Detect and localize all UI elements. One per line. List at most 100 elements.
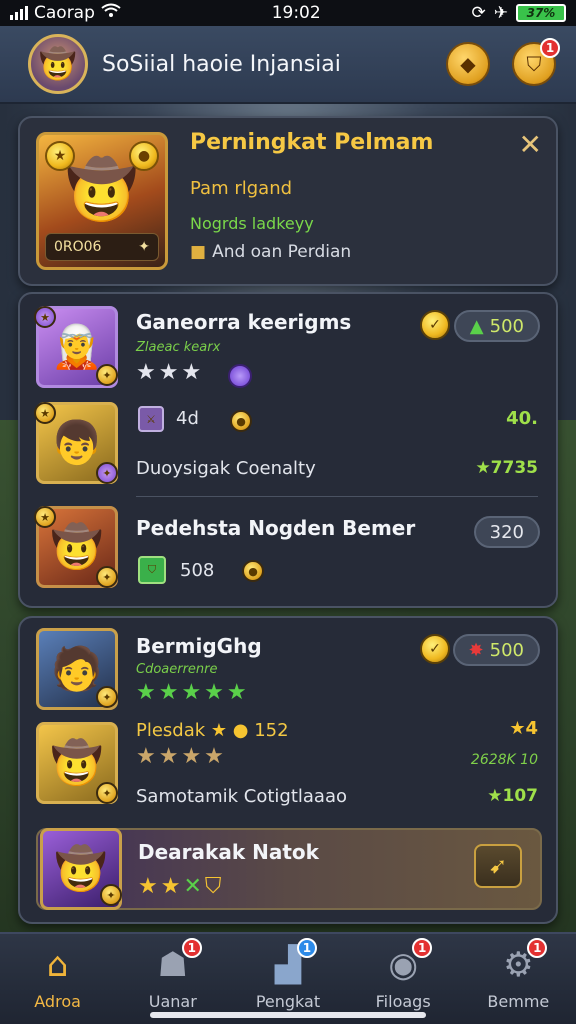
shield-icon: ⛉ bbox=[526, 52, 542, 76]
card-score: 0RO06 ✦ bbox=[45, 233, 159, 261]
nav-label: Uanar bbox=[148, 992, 197, 1011]
featured-title: Perningkat Pelmam bbox=[190, 130, 434, 155]
coin-icon: ✓ bbox=[420, 310, 450, 340]
featured-status: Nogrds ladkeyy bbox=[190, 214, 314, 233]
avatar[interactable]: 🤠 bbox=[28, 34, 88, 94]
reward-value: 500 bbox=[489, 315, 524, 337]
level-icon: ✦ bbox=[96, 364, 118, 386]
home-indicator[interactable] bbox=[150, 1012, 426, 1018]
nav-label: Pengkat bbox=[255, 992, 321, 1011]
chat-icon: ◉ 1 bbox=[380, 938, 433, 986]
nav-label: Filoags bbox=[375, 992, 431, 1011]
nav-badge: 1 bbox=[296, 938, 317, 958]
rank-icon: ★ bbox=[34, 306, 56, 328]
list-item[interactable]: 👦 ★ ✦ ⚔ 4d ● 40. Duoysigak Coenalty ★773… bbox=[20, 394, 556, 494]
nav-badge: 1 bbox=[527, 938, 548, 958]
points-value: ★7735 bbox=[475, 458, 538, 478]
player-status: Duoysigak Coenalty bbox=[136, 458, 316, 479]
coin-icon: ● bbox=[242, 560, 264, 582]
item-count: 508 bbox=[180, 560, 215, 581]
featured-player-panel: 🤠 ★ ● 0RO06 ✦ Perningkat Pelmam ✕ Pam rl… bbox=[18, 116, 558, 286]
featured-player-card[interactable]: 🤠 ★ ● 0RO06 ✦ bbox=[36, 132, 168, 270]
score-value: 40. bbox=[506, 408, 538, 429]
player-portrait: 🤠 bbox=[65, 155, 139, 224]
player-subname: Cdoaerrenre bbox=[136, 662, 218, 677]
list-item[interactable]: 🧝 ★ ✦ Ganeorra keerigms Zlaeac kearx ★★★… bbox=[20, 294, 556, 394]
points-value: ★107 bbox=[487, 786, 538, 806]
player-subname: Zlaeac kearx bbox=[136, 340, 221, 355]
nav-badge: 1 bbox=[181, 938, 202, 958]
item-count: 4d bbox=[176, 408, 199, 429]
bottom-nav: ⌂ Adroa ☗ 1 Uanar ▟ 1 Pengkat ◉ 1 Filoag… bbox=[0, 932, 576, 1024]
star-badge-icon: ✸ bbox=[468, 639, 484, 661]
points-sub: 2628K 10 bbox=[470, 752, 538, 768]
notifications-button[interactable]: ⛉ 1 bbox=[512, 38, 560, 86]
wifi-icon bbox=[101, 3, 121, 24]
nav-users[interactable]: ☗ 1 Uanar bbox=[123, 938, 223, 1011]
crest-icon: ⛉ bbox=[204, 874, 225, 899]
coin-icon: ● bbox=[230, 410, 252, 432]
score-value: ★4 bbox=[509, 718, 538, 739]
list-item[interactable]: 🧑 ✦ BermigGhg Cdoaerrenre ★★★★★ ✓ ✸ 500 bbox=[20, 618, 556, 718]
reward-pill[interactable]: ✸ 500 bbox=[452, 634, 540, 666]
reward-pill[interactable]: ▲ 500 bbox=[453, 310, 540, 342]
nav-settings[interactable]: ⚙ 1 Bemme bbox=[468, 938, 568, 1011]
star-rating: ★★✕⛉ bbox=[138, 874, 224, 899]
player-name: Ganeorra keerigms bbox=[136, 310, 352, 334]
list-item[interactable]: 🤠 ✦ Plesdak ★ ● 152 ★4 ★★★★ 2628K 10 Sam… bbox=[20, 718, 556, 822]
nav-home[interactable]: ⌂ Adroa bbox=[8, 944, 108, 1011]
rank-icon: ★ bbox=[34, 402, 56, 424]
gem-icon bbox=[228, 364, 252, 388]
swords-icon: ✕ bbox=[183, 874, 205, 899]
level-icon: ✦ bbox=[96, 566, 118, 588]
tag-icon: ■ bbox=[190, 242, 207, 262]
item-icon: ⚔ bbox=[138, 406, 164, 432]
battery-icon: 37% bbox=[515, 4, 566, 22]
player-title: Plesdak ★ ● 152 bbox=[136, 720, 289, 741]
coin-icon: ✓ bbox=[420, 634, 450, 664]
clock: 19:02 bbox=[271, 3, 321, 23]
nav-chat[interactable]: ◉ 1 Filoags bbox=[353, 938, 453, 1011]
claim-button[interactable]: ➹ bbox=[474, 844, 522, 888]
coin-icon: ● bbox=[129, 141, 159, 171]
featured-subtitle: Pam rlgand bbox=[190, 178, 293, 199]
shop-button[interactable]: ◆ bbox=[446, 42, 490, 86]
home-icon: ⌂ bbox=[46, 945, 69, 985]
app-header: 🤠 SoSiial haoie Injansiai ◆ ⛉ 1 bbox=[0, 26, 576, 104]
level-icon: ✦ bbox=[100, 884, 122, 906]
reward-value: 500 bbox=[489, 639, 524, 661]
star-rating: ★★★ bbox=[136, 360, 205, 385]
carrier-name: Caorap bbox=[34, 3, 95, 23]
player-name: Pedehsta Nogden Bemer bbox=[136, 516, 416, 540]
reward-pill[interactable]: 320 bbox=[473, 516, 540, 548]
star-rating-text: ★★ bbox=[138, 874, 184, 899]
nav-ranking[interactable]: ▟ 1 Pengkat bbox=[238, 938, 338, 1011]
close-icon[interactable]: ✕ bbox=[519, 128, 542, 161]
nav-label: Adroa bbox=[34, 992, 81, 1011]
bag-icon: ◆ bbox=[460, 52, 476, 76]
list-item-highlighted[interactable]: 🤠 ✦ Dearakak Natok ★★✕⛉ ➹ bbox=[36, 828, 542, 910]
ranking-icon: ▟ 1 bbox=[265, 938, 317, 986]
player-name: Dearakak Natok bbox=[138, 840, 319, 864]
airplane-icon: ✈ bbox=[493, 3, 508, 23]
star-icon: ★ ● bbox=[210, 720, 249, 741]
reward-value: 320 bbox=[489, 521, 524, 543]
arrow-icon: ➹ bbox=[488, 853, 508, 879]
signal-icon bbox=[10, 6, 28, 20]
nav-badge: 1 bbox=[412, 938, 433, 958]
arrow-up-icon: ▲ bbox=[469, 315, 484, 337]
star-rating: ★★★★ bbox=[136, 744, 227, 769]
level-icon: ✦ bbox=[96, 782, 118, 804]
player-name: BermigGhg bbox=[136, 634, 262, 658]
title-count: 152 bbox=[254, 720, 289, 741]
level-icon: ✦ bbox=[96, 462, 118, 484]
notification-badge: 1 bbox=[540, 38, 560, 58]
level-icon: ✦ bbox=[96, 686, 118, 708]
ranking-list-1: 🧝 ★ ✦ Ganeorra keerigms Zlaeac kearx ★★★… bbox=[18, 292, 558, 608]
player-status: Samotamik Cotigtlaaao bbox=[136, 786, 347, 807]
star-rating: ★★★★★ bbox=[136, 680, 250, 705]
list-item[interactable]: 🤠 ★ ✦ Pedehsta Nogden Bemer 320 ⛉ 508 ● bbox=[20, 498, 556, 608]
sync-icon: ⟳ bbox=[471, 3, 486, 23]
sparkle-icon: ✦ bbox=[138, 239, 150, 255]
ranking-list-2: 🧑 ✦ BermigGhg Cdoaerrenre ★★★★★ ✓ ✸ 500 … bbox=[18, 616, 558, 924]
